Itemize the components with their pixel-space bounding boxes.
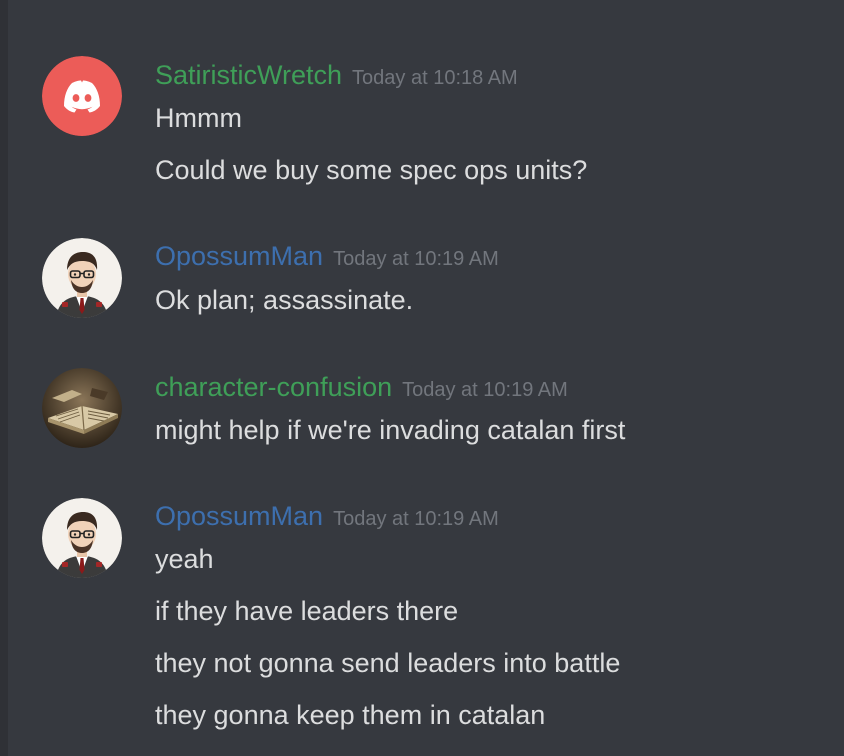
message-group: OpossumMan Today at 10:19 AM yeah if they…	[0, 498, 844, 738]
cartoon-man-icon[interactable]	[42, 498, 122, 578]
timestamp: Today at 10:19 AM	[333, 508, 499, 530]
cartoon-man-icon[interactable]	[42, 238, 122, 318]
timestamp: Today at 10:19 AM	[333, 248, 499, 270]
message-text: Ok plan; assassinate.	[155, 285, 414, 315]
old-book-icon[interactable]	[42, 368, 122, 448]
username[interactable]: character-confusion	[155, 372, 392, 402]
message-header: OpossumMan Today at 10:19 AM	[155, 239, 499, 273]
message-header: OpossumMan Today at 10:19 AM	[155, 499, 499, 533]
username[interactable]: SatiristicWretch	[155, 60, 342, 90]
message-text: might help if we're invading catalan fir…	[155, 415, 626, 445]
message-text: Could we buy some spec ops units?	[155, 155, 588, 185]
message-text: if they have leaders there	[155, 596, 459, 626]
message-group: OpossumMan Today at 10:19 AM Ok plan; ass…	[0, 238, 844, 328]
message-text: yeah	[155, 544, 214, 574]
message-group: SatiristicWretch Today at 10:18 AM Hmmm C…	[0, 56, 844, 196]
message-text: Hmmm	[155, 103, 242, 133]
message-header: SatiristicWretch Today at 10:18 AM	[155, 58, 518, 92]
username[interactable]: OpossumMan	[155, 241, 323, 271]
timestamp: Today at 10:18 AM	[352, 67, 518, 89]
message-text: they not gonna send leaders into battle	[155, 648, 621, 678]
timestamp: Today at 10:19 AM	[402, 379, 568, 401]
message-group: character-confusion Today at 10:19 AM mig…	[0, 368, 844, 458]
message-header: character-confusion Today at 10:19 AM	[155, 370, 568, 404]
message-text: they gonna keep them in catalan	[155, 700, 546, 730]
discord-logo-icon[interactable]	[42, 56, 122, 136]
message-list: SatiristicWretch Today at 10:18 AM Hmmm C…	[0, 0, 844, 756]
username[interactable]: OpossumMan	[155, 501, 323, 531]
